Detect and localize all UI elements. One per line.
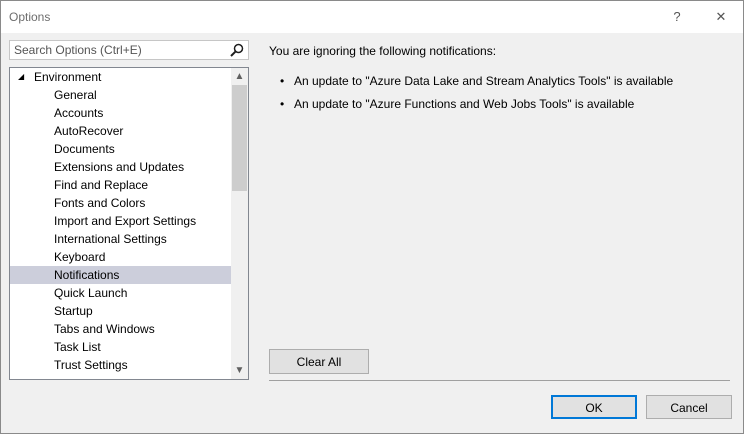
tree-item-label: Tabs and Windows: [54, 322, 155, 336]
tree-item-label: Environment: [34, 70, 102, 84]
tree-item-label: AutoRecover: [54, 124, 124, 138]
separator: [269, 380, 730, 381]
tree-item-label: Startup: [54, 304, 93, 318]
tree-item[interactable]: Extensions and Updates: [10, 158, 232, 176]
expander-icon[interactable]: ◢: [18, 68, 34, 86]
tree-item[interactable]: International Settings: [10, 230, 232, 248]
tree-item[interactable]: Task List: [10, 338, 232, 356]
tree-item[interactable]: Fonts and Colors: [10, 194, 232, 212]
bullet-icon: •: [280, 97, 285, 111]
tree-item[interactable]: Find and Replace: [10, 176, 232, 194]
tree-item-label: Import and Export Settings: [54, 214, 197, 228]
search-input[interactable]: [10, 41, 230, 59]
tree-item[interactable]: Notifications: [10, 266, 232, 284]
ignored-notifications-list: • An update to "Azure Data Lake and Strea…: [280, 73, 673, 119]
scroll-up-icon[interactable]: ▲: [231, 68, 248, 85]
tree-scrollbar[interactable]: ▲ ▼: [231, 68, 248, 379]
tree-list: ◢ Environment General Accounts AutoRecover D…: [10, 68, 232, 374]
tree-item-label: Task List: [54, 340, 101, 354]
tree-item-label: Trust Settings: [54, 358, 128, 372]
help-button[interactable]: ?: [665, 6, 689, 28]
tree-item[interactable]: Startup: [10, 302, 232, 320]
tree-item[interactable]: Tabs and Windows: [10, 320, 232, 338]
window-title: Options: [9, 10, 51, 24]
tree-item[interactable]: Trust Settings: [10, 356, 232, 374]
tree-item-label: Accounts: [54, 106, 104, 120]
tree-item-label: General: [54, 88, 97, 102]
notifications-heading: You are ignoring the following notificat…: [269, 44, 497, 58]
tree-item-label: Quick Launch: [54, 286, 128, 300]
tree-item[interactable]: Accounts: [10, 104, 232, 122]
tree-item[interactable]: General: [10, 86, 232, 104]
scrollbar-thumb[interactable]: [232, 85, 247, 191]
scroll-down-icon[interactable]: ▼: [231, 362, 248, 379]
tree-item[interactable]: Import and Export Settings: [10, 212, 232, 230]
options-dialog: Options ? ✕ ◢Environment General Accounts…: [0, 0, 744, 434]
options-tree[interactable]: ◢ Environment General Accounts AutoRecover D…: [9, 67, 249, 380]
tree-item[interactable]: Quick Launch: [10, 284, 232, 302]
close-button[interactable]: ✕: [709, 6, 733, 28]
title-bar: Options ? ✕: [1, 1, 743, 33]
bullet-icon: •: [280, 74, 285, 88]
notification-item: • An update to "Azure Data Lake and Strea…: [280, 73, 673, 96]
clear-all-button[interactable]: Clear All: [269, 349, 369, 374]
search-box[interactable]: [9, 40, 249, 60]
tree-item-environment[interactable]: ◢ Environment: [10, 68, 232, 86]
tree-item-label: Notifications: [54, 268, 120, 282]
tree-item-label: Documents: [54, 142, 115, 156]
ok-button[interactable]: OK: [551, 395, 637, 419]
tree-item[interactable]: Documents: [10, 140, 232, 158]
tree-item-label: Find and Replace: [54, 178, 149, 192]
notification-text: An update to "Azure Functions and Web Jo…: [294, 97, 635, 111]
tree-item[interactable]: Keyboard: [10, 248, 232, 266]
tree-item-label: International Settings: [54, 232, 167, 246]
tree-item[interactable]: AutoRecover: [10, 122, 232, 140]
tree-item-label: Keyboard: [54, 250, 106, 264]
tree-item-label: Extensions and Updates: [54, 160, 185, 174]
notification-text: An update to "Azure Data Lake and Stream…: [294, 74, 674, 88]
notification-item: • An update to "Azure Functions and Web J…: [280, 96, 673, 119]
search-icon[interactable]: [229, 42, 245, 58]
tree-item-label: Fonts and Colors: [54, 196, 146, 210]
cancel-button[interactable]: Cancel: [646, 395, 732, 419]
